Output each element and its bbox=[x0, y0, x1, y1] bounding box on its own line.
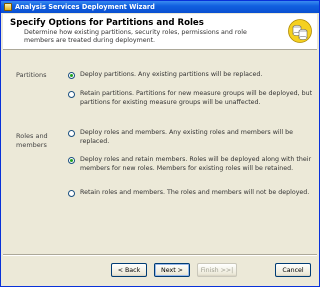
footer-divider bbox=[3, 254, 317, 256]
window-title: Analysis Services Deployment Wizard bbox=[15, 3, 155, 11]
finish-button[interactable]: Finish >>| bbox=[197, 263, 237, 277]
radio-button[interactable] bbox=[68, 190, 75, 197]
title-bar[interactable]: Analysis Services Deployment Wizard bbox=[1, 1, 319, 13]
radio-button[interactable] bbox=[68, 157, 75, 164]
wizard-window: Analysis Services Deployment Wizard Spec… bbox=[0, 0, 320, 287]
radio-selected-dot bbox=[70, 159, 73, 162]
radio-deploy-partitions[interactable]: Deploy partitions. Any existing partitio… bbox=[68, 71, 316, 80]
wizard-header: Specify Options for Partitions and Roles… bbox=[3, 14, 317, 50]
cancel-button[interactable]: Cancel bbox=[275, 263, 311, 277]
next-button[interactable]: Next > bbox=[154, 263, 190, 277]
roles-label: Roles and members bbox=[16, 132, 48, 149]
page-description: Determine how existing partitions, secur… bbox=[24, 29, 247, 44]
radio-button[interactable] bbox=[68, 91, 75, 98]
radio-retain-roles-members[interactable]: Retain roles and members. The roles and … bbox=[68, 189, 316, 198]
radio-label: Deploy roles and retain members. Roles w… bbox=[80, 156, 312, 172]
radio-button[interactable] bbox=[68, 72, 75, 79]
radio-label: Deploy partitions. Any existing partitio… bbox=[80, 71, 263, 78]
radio-label: Deploy roles and members. Any existing r… bbox=[80, 129, 293, 145]
back-button[interactable]: < Back bbox=[111, 263, 147, 277]
database-cylinders-icon bbox=[288, 19, 312, 43]
radio-retain-partitions[interactable]: Retain partitions. Partitions for new me… bbox=[68, 90, 316, 107]
radio-deploy-roles-members[interactable]: Deploy roles and members. Any existing r… bbox=[68, 129, 316, 146]
radio-button[interactable] bbox=[68, 130, 75, 137]
partitions-label: Partitions bbox=[16, 71, 47, 79]
radio-label: Retain partitions. Partitions for new me… bbox=[80, 90, 313, 106]
radio-label: Retain roles and members. The roles and … bbox=[80, 189, 310, 196]
radio-deploy-roles-retain-members[interactable]: Deploy roles and retain members. Roles w… bbox=[68, 156, 316, 173]
page-title: Specify Options for Partitions and Roles bbox=[10, 18, 204, 28]
app-icon bbox=[4, 3, 12, 11]
radio-selected-dot bbox=[70, 74, 73, 77]
